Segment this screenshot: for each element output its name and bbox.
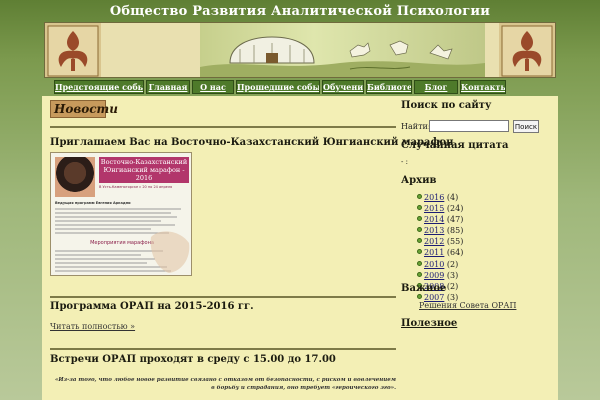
bullet-icon <box>417 260 422 266</box>
nav-library[interactable]: Библиотека <box>366 80 412 94</box>
content-area: Новости Приглашаем Вас на Восточно-Казах… <box>42 96 558 400</box>
yurt-landscape-illustration <box>200 23 485 77</box>
nav-past-events[interactable]: Прошедшие события <box>236 80 320 94</box>
divider <box>50 348 396 350</box>
divider <box>50 126 396 128</box>
search-input[interactable] <box>429 120 509 132</box>
nav-blog[interactable]: Блог <box>414 80 458 94</box>
bullet-icon <box>417 293 422 299</box>
archive-item: 2014 (47) <box>417 214 463 225</box>
post-quote: «Из-за того, что любое новое развитие св… <box>54 377 396 391</box>
post-title[interactable]: Программа ОРАП на 2015-2016 гг. <box>50 301 254 312</box>
archive-count: (64) <box>446 248 464 258</box>
archive-count: (47) <box>446 215 464 225</box>
search-label: Найти: <box>401 122 431 131</box>
bullet-icon <box>417 249 422 255</box>
archive-count: (2) <box>446 281 459 291</box>
archive-heading: Архив <box>401 175 437 186</box>
search-heading: Поиск по сайту <box>401 100 492 111</box>
random-quote-heading: Случайная цитата <box>401 140 509 151</box>
archive-year-link[interactable]: 2016 <box>424 193 444 202</box>
ornament-left <box>45 23 101 77</box>
bullet-icon <box>417 194 422 199</box>
nav-home[interactable]: Главная <box>146 80 190 94</box>
news-heading: Новости <box>54 102 118 116</box>
archive-item: 2009 (3) <box>417 270 463 281</box>
archive-year-link[interactable]: 2013 <box>424 226 444 235</box>
archive-item: 2011 (64) <box>417 247 463 258</box>
bullet-icon <box>417 238 422 244</box>
archive-year-link[interactable]: 2015 <box>424 204 444 213</box>
nav-upcoming-events[interactable]: Предстоящие события <box>54 80 144 94</box>
archive-count: (55) <box>446 237 464 247</box>
nav-contacts[interactable]: Контакты <box>460 80 506 94</box>
site-title[interactable]: Общество Развития Аналитической Психолог… <box>0 4 600 19</box>
archive-year-link[interactable]: 2009 <box>424 271 444 280</box>
random-quote-text: - : <box>401 158 408 166</box>
council-decisions-link[interactable]: Решения Совета ОРАП <box>419 301 516 310</box>
archive-item: 2013 (85) <box>417 225 463 236</box>
archive-count: (3) <box>446 270 459 280</box>
ornament-right <box>499 23 555 77</box>
archive-item: 2012 (55) <box>417 236 463 247</box>
archive-item: 2010 (2) <box>417 259 463 270</box>
archive-year-link[interactable]: 2010 <box>424 260 444 269</box>
nav-education[interactable]: Обучение <box>322 80 364 94</box>
post-title[interactable]: Встречи ОРАП проходят в среду с 15.00 до… <box>50 354 336 365</box>
bullet-icon <box>417 205 422 211</box>
archive-year-link[interactable]: 2012 <box>424 237 444 246</box>
archive-count: (4) <box>446 193 459 202</box>
nav-about[interactable]: О нас <box>192 80 234 94</box>
poster-text-lines <box>55 208 190 273</box>
important-heading: Важное <box>401 283 447 294</box>
post-title[interactable]: Приглашаем Вас на Восточно-Казахстанский… <box>50 137 454 148</box>
bullet-icon <box>417 216 422 222</box>
read-more-link[interactable]: Читать полностью » <box>50 322 135 331</box>
archive-count: (24) <box>446 204 464 214</box>
archive-count: (2) <box>446 259 459 269</box>
search-button[interactable]: Поиск <box>513 120 539 133</box>
archive-item: 2016 (4) <box>417 192 463 203</box>
news-heading-box: Новости <box>50 100 118 118</box>
archive-year-link[interactable]: 2014 <box>424 215 444 224</box>
archive-year-link[interactable]: 2011 <box>424 248 444 257</box>
archive-item: 2015 (24) <box>417 203 463 214</box>
useful-heading[interactable]: Полезное <box>401 318 457 329</box>
bullet-icon <box>417 227 422 233</box>
marathon-poster-image[interactable]: Восточно-Казахстанский Юнгианский марафо… <box>50 152 192 276</box>
divider <box>50 296 396 298</box>
header-banner <box>44 22 556 78</box>
archive-count: (85) <box>446 226 464 236</box>
bullet-icon <box>417 271 422 277</box>
